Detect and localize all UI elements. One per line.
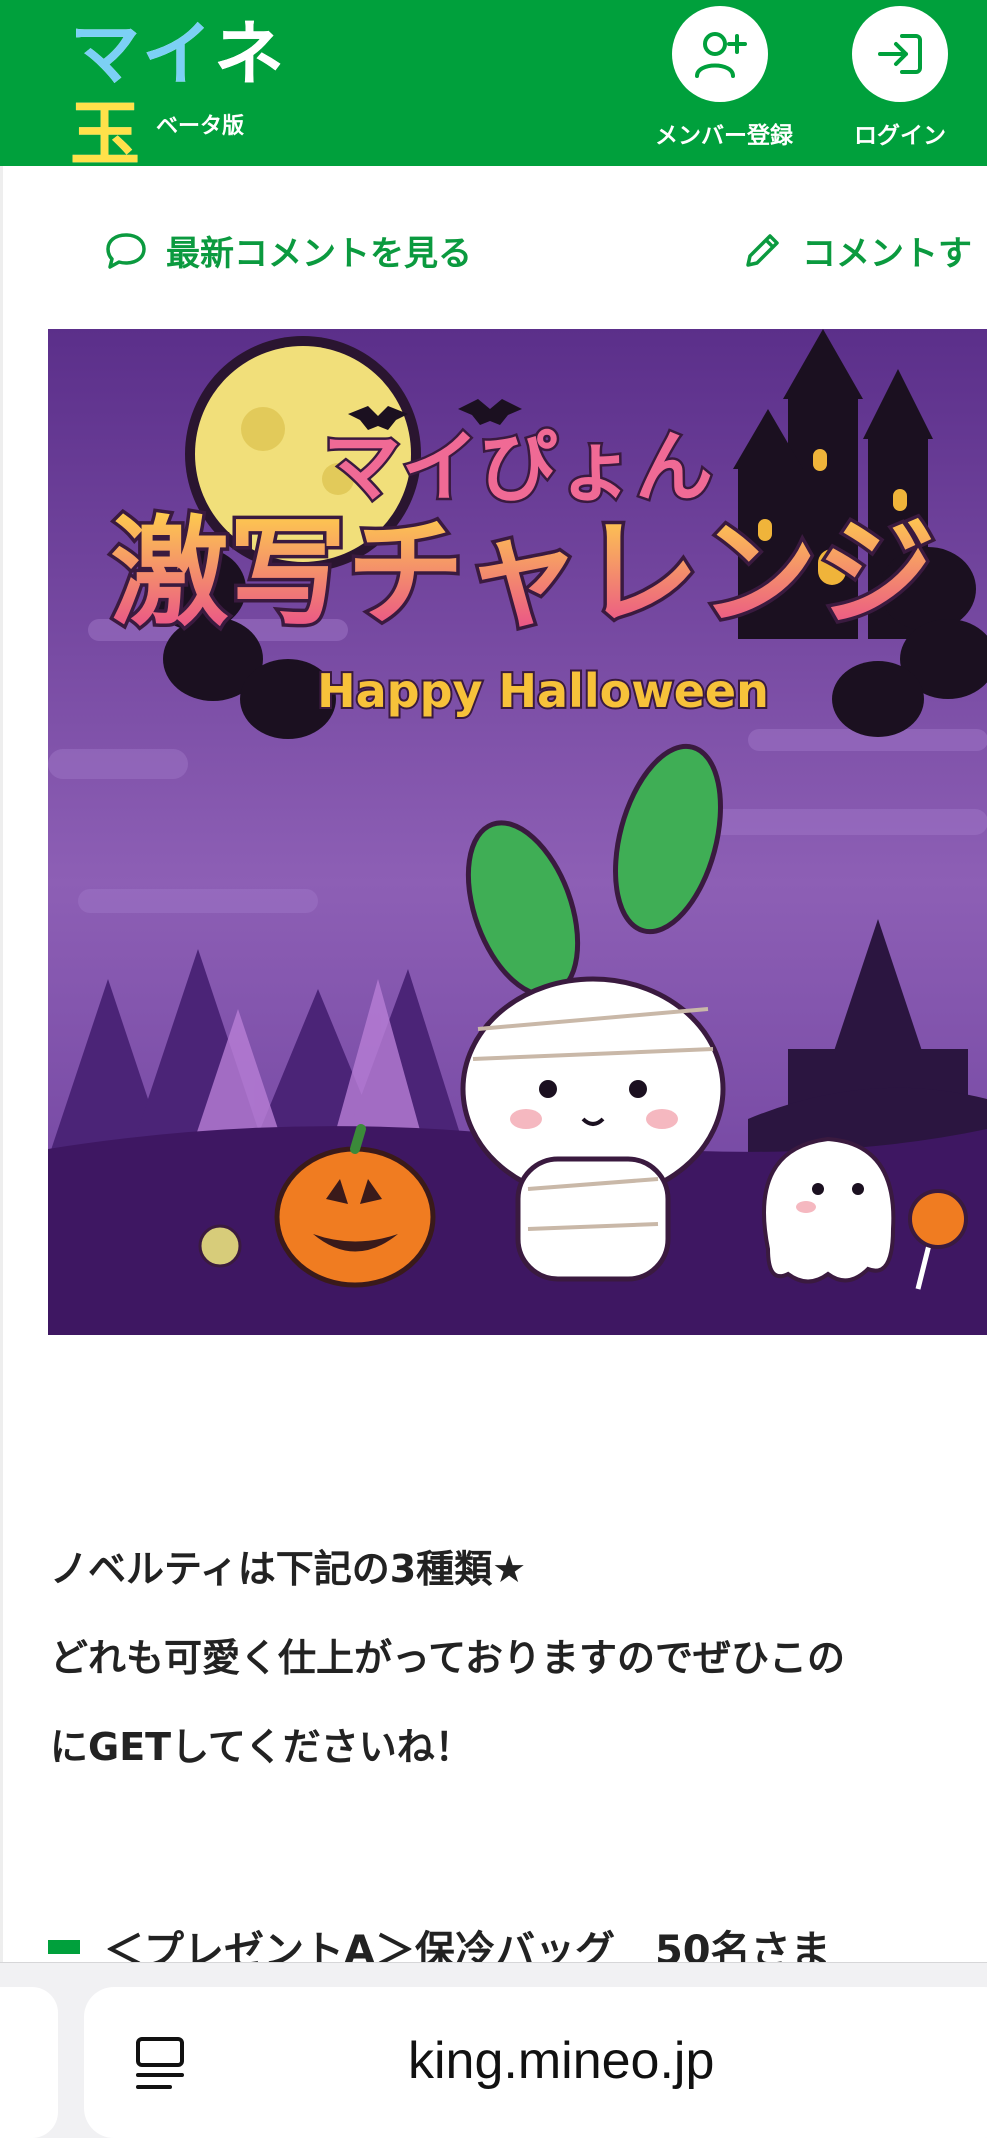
pencil-icon xyxy=(746,233,779,267)
banner-title-2: 激写チャレンジ xyxy=(111,504,936,642)
member-register-button[interactable]: メンバー登録 xyxy=(655,6,793,158)
browser-toolbar: king.mineo.jp xyxy=(0,1962,987,2138)
comment-actions-bar: 最新コメントを見る コメントす xyxy=(0,166,987,326)
speech-bubble-icon xyxy=(106,232,146,269)
login-icon xyxy=(852,6,948,102)
url-text: king.mineo.jp xyxy=(408,2032,715,2090)
heading-marker xyxy=(48,1940,80,1954)
post-text-line: どれも可愛く仕上がっておりますのでぜひこの xyxy=(50,1636,845,1680)
reader-mode-icon[interactable] xyxy=(132,2035,188,2095)
site-header: マイネ玉 ベータ版 メンバー登録 ログイン xyxy=(0,0,987,174)
post-text-line: ノベルティは下記の3種類★ xyxy=(50,1547,527,1591)
write-comment-label: コメントす xyxy=(802,234,972,274)
address-bar[interactable]: king.mineo.jp xyxy=(84,1987,987,2138)
view-latest-comments-link[interactable]: 最新コメントを見る xyxy=(104,226,472,275)
post-body: ノベルティは下記の3種類★ どれも可愛く仕上がっておりますのでぜひこの にGET… xyxy=(50,1525,987,1792)
add-user-icon xyxy=(672,6,768,102)
halloween-campaign-banner: マイぴょん 激写チャレンジ Happy Halloween xyxy=(48,329,987,1335)
content-border xyxy=(0,166,3,1966)
post-text-line: にGETしてくださいね！ xyxy=(50,1725,473,1769)
member-register-label: メンバー登録 xyxy=(655,123,793,149)
view-latest-comments-label: 最新コメントを見る xyxy=(166,234,472,274)
logo-wordmark: マイネ玉 xyxy=(70,13,286,175)
login-button[interactable]: ログイン xyxy=(835,6,965,158)
banner-title-1: マイぴょん xyxy=(323,423,713,513)
banner-tagline: Happy Halloween xyxy=(317,664,769,718)
site-logo[interactable]: マイネ玉 ベータ版 xyxy=(70,14,330,174)
previous-tab-preview[interactable] xyxy=(0,1987,58,2138)
logo-beta-label: ベータ版 xyxy=(156,114,245,139)
write-comment-link[interactable]: コメントす xyxy=(740,226,972,275)
login-label: ログイン xyxy=(854,123,946,149)
